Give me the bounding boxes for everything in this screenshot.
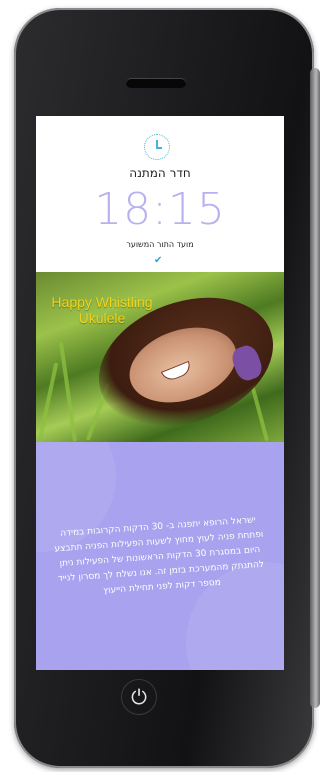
power-icon: ⏻ [131,685,147,709]
phone-side-edge [310,68,320,708]
room-title: חדר המתנה [129,166,191,180]
estimated-time: 18:15 [94,184,226,235]
info-panel: ישראל הרופא יתפנה ב- 30 הדקות הקרובות במ… [36,442,284,670]
phone-frame: חדר המתנה 18:15 מועד התור המשוער ✔ Happy… [14,8,320,768]
screen: חדר המתנה 18:15 מועד התור המשוער ✔ Happy… [36,116,284,670]
clock-icon [144,134,170,160]
media-title: Happy Whistling Ukulele [51,294,153,326]
check-icon: ✔ [154,255,163,266]
grass-blade [59,342,77,442]
estimated-time-label: מועד התור המשוער [126,240,194,249]
earpiece [126,78,186,88]
grass-blade [37,362,59,442]
info-text: ישראל הרופא יתפנה ב- 30 הדקות הקרובות במ… [54,515,265,597]
home-button[interactable]: ⏻ [121,679,157,715]
media-image[interactable]: Happy Whistling Ukulele [36,272,284,442]
